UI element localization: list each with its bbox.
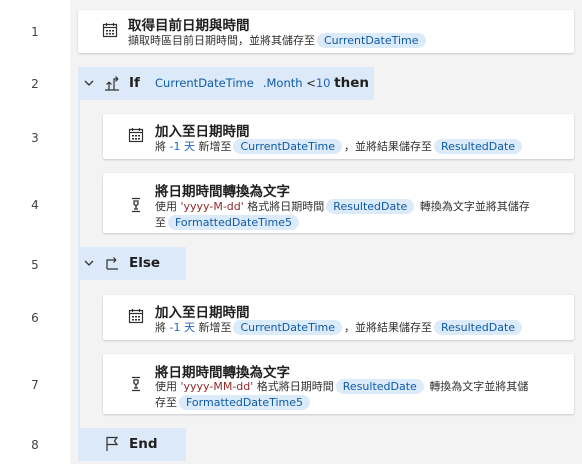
desc-text: ，並將結果儲存至	[344, 140, 432, 153]
desc-text: 至	[155, 216, 166, 229]
step-title: 加入至日期時間	[155, 124, 250, 140]
desc-text: 轉換為文字並將其儲	[429, 380, 529, 393]
desc-text: ，並將結果儲存至	[344, 321, 432, 334]
desc-text: 將	[155, 321, 166, 334]
desc-text: 格式將日期時間	[256, 380, 334, 393]
variable-token[interactable]: FormattedDateTime5	[168, 215, 300, 230]
else-block-rail	[78, 280, 80, 428]
step-description-line1: 使用 'yyyy-MM-dd' 格式將日期時間 ResultedDate 轉換為文…	[155, 378, 528, 395]
step-description-line2: 至 FormattedDateTime5	[155, 214, 301, 231]
variable-token[interactable]: ResultedDate	[434, 320, 523, 335]
if-keyword: If	[129, 75, 140, 91]
variable-token[interactable]: FormattedDateTime5	[179, 395, 311, 410]
step-description-line2: 存至 FormattedDateTime5	[155, 394, 312, 411]
end-block-header[interactable]: End	[78, 428, 186, 461]
else-block-header[interactable]: Else	[78, 247, 186, 280]
end-keyword: End	[129, 436, 158, 452]
line-number: 5	[31, 258, 39, 272]
line-number: 3	[31, 131, 39, 145]
line-number: 2	[31, 77, 39, 91]
if-block-rail	[78, 100, 80, 247]
variable-token[interactable]: CurrentDateTime	[233, 320, 342, 335]
amount-text: -1 天	[169, 321, 195, 334]
flag-icon	[106, 436, 119, 451]
desc-text: 新增至	[198, 140, 232, 153]
step-title: 加入至日期時間	[155, 305, 250, 321]
action-step-convert-datetime-to-text[interactable]: 將日期時間轉換為文字 使用 'yyyy-M-dd' 格式將日期時間 Resulte…	[103, 173, 574, 233]
step-title: 取得目前日期與時間	[128, 18, 250, 34]
step-description: 將 -1 天 新增至 CurrentDateTime ，並將結果儲存至 Resulte…	[155, 138, 524, 155]
desc-text: 將	[155, 140, 166, 153]
calendar-icon	[128, 309, 144, 324]
variable-token[interactable]: CurrentDateTime	[148, 76, 261, 91]
if-condition: CurrentDateTime .Month <10 then	[146, 75, 369, 92]
then-keyword: then	[334, 75, 369, 91]
line-number: 8	[31, 438, 39, 452]
step-title: 將日期時間轉換為文字	[155, 184, 290, 200]
line-number-gutter: 1 2 3 4 5 6 7 8	[0, 0, 70, 464]
line-number: 4	[31, 198, 39, 212]
action-step-get-datetime[interactable]: 取得目前日期與時間 擷取時區目前日期時間，並將其儲存至 CurrentDateTi…	[78, 10, 574, 53]
line-number: 7	[31, 378, 39, 392]
format-text: 'yyyy-MM-dd'	[180, 380, 254, 393]
step-description: 將 -1 天 新增至 CurrentDateTime ，並將結果儲存至 Resulte…	[155, 319, 524, 336]
variable-token[interactable]: CurrentDateTime	[233, 139, 342, 154]
action-step-add-to-datetime[interactable]: 加入至日期時間 將 -1 天 新增至 CurrentDateTime ，並將結果儲存…	[103, 114, 574, 159]
variable-token[interactable]: ResultedDate	[434, 139, 523, 154]
calendar-icon	[128, 128, 144, 143]
variable-token[interactable]: CurrentDateTime	[317, 33, 426, 48]
line-number: 1	[31, 25, 39, 39]
format-text: 'yyyy-M-dd'	[180, 200, 244, 213]
branch-icon	[105, 76, 119, 91]
desc-text: 擷取時區目前日期時間，並將其儲存至	[128, 34, 315, 47]
variable-token[interactable]: ResultedDate	[335, 379, 424, 394]
action-step-convert-datetime-to-text[interactable]: 將日期時間轉換為文字 使用 'yyyy-MM-dd' 格式將日期時間 Result…	[103, 354, 574, 414]
chevron-down-icon[interactable]	[84, 78, 94, 88]
amount-text: -1 天	[169, 140, 195, 153]
operator-text: <	[306, 76, 316, 90]
value-text: 10	[315, 76, 331, 90]
step-description-line1: 使用 'yyyy-M-dd' 格式將日期時間 ResultedDate 轉換為文字…	[155, 198, 530, 215]
step-description: 擷取時區目前日期時間，並將其儲存至 CurrentDateTime	[128, 32, 428, 49]
if-block-header[interactable]: If CurrentDateTime .Month <10 then	[78, 67, 374, 100]
desc-text: 使用	[155, 200, 177, 213]
desc-text: 格式將日期時間	[247, 200, 325, 213]
variable-token[interactable]: ResultedDate	[326, 199, 415, 214]
desc-text: 轉換為文字並將其儲存	[419, 200, 530, 213]
else-branch-icon	[106, 257, 118, 270]
desc-text: 新增至	[198, 321, 232, 334]
convert-icon	[132, 376, 140, 392]
desc-text: 存至	[155, 396, 177, 409]
property-text: .Month	[262, 76, 303, 90]
chevron-down-icon[interactable]	[84, 258, 94, 268]
else-keyword: Else	[129, 255, 161, 271]
convert-icon	[132, 197, 140, 213]
calendar-icon	[102, 23, 118, 38]
action-step-add-to-datetime[interactable]: 加入至日期時間 將 -1 天 新增至 CurrentDateTime ，並將結果儲存…	[103, 295, 574, 340]
line-number: 6	[31, 311, 39, 325]
desc-text: 使用	[155, 380, 177, 393]
